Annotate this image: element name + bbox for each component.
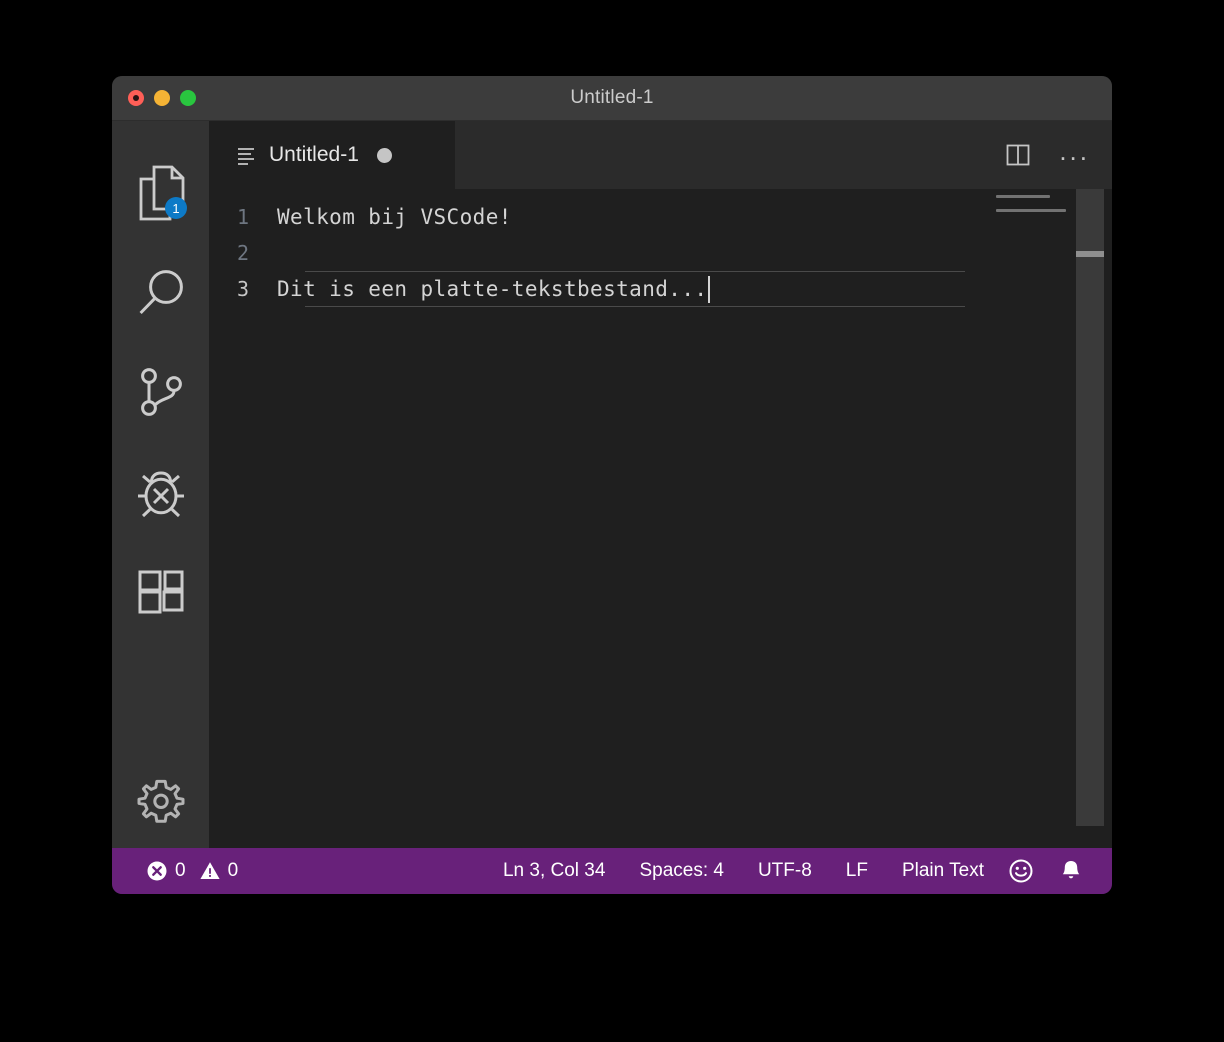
tab-bar-empty-space xyxy=(455,121,1004,189)
activitybar-item-settings[interactable] xyxy=(112,758,209,848)
screen: Untitled-1 1 Untitled-1 ... 1 Welkom bij… xyxy=(0,0,1224,1042)
vscode-window: Untitled-1 1 Untitled-1 ... 1 Welkom bij… xyxy=(112,76,1112,894)
line-text: Welkom bij VSCode! xyxy=(277,205,512,229)
editor-scrollbar[interactable] xyxy=(1076,189,1104,848)
status-bar-left: 0 0 xyxy=(112,848,248,894)
minimap-line xyxy=(996,195,1050,198)
window-title: Untitled-1 xyxy=(570,87,654,108)
activitybar-item-extensions[interactable] xyxy=(112,543,209,643)
line-number: 1 xyxy=(236,205,249,229)
window-controls xyxy=(128,90,196,106)
activitybar-item-run-and-debug[interactable] xyxy=(112,443,209,543)
minimap[interactable] xyxy=(990,189,1076,848)
warning-icon xyxy=(199,862,220,879)
status-notifications-button[interactable] xyxy=(1048,848,1094,894)
explorer-badge: 1 xyxy=(165,197,187,219)
editor-actions: ... xyxy=(1003,121,1112,189)
activitybar-item-explorer[interactable]: 1 xyxy=(112,143,209,243)
status-problems[interactable]: 0 0 xyxy=(136,848,248,894)
line-number: 2 xyxy=(236,241,249,265)
tab-label: Untitled-1 xyxy=(269,143,359,166)
scrollbar-tail xyxy=(1076,826,1104,848)
line-number: 3 xyxy=(236,277,249,301)
window-body: 1 Untitled-1 ... 1 Welkom bij VSCode! 2 … xyxy=(112,121,1112,848)
activity-bar: 1 xyxy=(112,121,209,848)
text-cursor xyxy=(708,275,711,303)
status-bar: 0 0 Ln 3, Col 34 Spaces: 4 UTF-8 LF Plai… xyxy=(112,848,1112,894)
split-editor-button[interactable] xyxy=(1003,140,1033,170)
code-line[interactable]: 1 Welkom bij VSCode! xyxy=(209,199,1112,235)
status-indentation[interactable]: Spaces: 4 xyxy=(625,848,738,894)
error-icon xyxy=(147,861,167,881)
source-control-icon xyxy=(140,368,182,416)
scrollbar-thumb[interactable] xyxy=(1076,251,1104,257)
status-language-mode[interactable]: Plain Text xyxy=(888,848,998,894)
tab-bar: Untitled-1 ... xyxy=(209,121,1112,189)
tab-untitled-1[interactable]: Untitled-1 xyxy=(209,121,455,189)
status-line-ending[interactable]: LF xyxy=(832,848,882,894)
activitybar-item-source-control[interactable] xyxy=(112,343,209,443)
minimap-line xyxy=(996,209,1066,212)
maximize-button[interactable] xyxy=(180,90,196,106)
search-icon xyxy=(139,270,183,315)
activitybar-item-search[interactable] xyxy=(112,243,209,343)
warning-count: 0 xyxy=(227,860,239,881)
editor-content[interactable]: 1 Welkom bij VSCode! 2 3 Dit is een plat… xyxy=(209,189,1112,848)
gear-icon xyxy=(137,779,184,823)
code-line[interactable]: 2 xyxy=(209,235,1112,271)
plaintext-file-icon xyxy=(238,148,254,165)
title-bar: Untitled-1 xyxy=(112,76,1112,121)
status-cursor-position[interactable]: Ln 3, Col 34 xyxy=(489,848,619,894)
more-actions-button[interactable]: ... xyxy=(1059,138,1090,172)
editor-group: Untitled-1 ... 1 Welkom bij VSCode! 2 3 … xyxy=(209,121,1112,848)
bell-icon xyxy=(1062,861,1080,879)
close-button[interactable] xyxy=(128,90,144,106)
status-encoding[interactable]: UTF-8 xyxy=(744,848,826,894)
debug-icon xyxy=(137,471,184,518)
code-line-current[interactable]: 3 Dit is een platte-tekstbestand... xyxy=(209,271,1112,307)
error-count: 0 xyxy=(175,860,186,881)
code-lines: 1 Welkom bij VSCode! 2 3 Dit is een plat… xyxy=(209,189,1112,307)
extensions-icon xyxy=(138,570,183,614)
ellipsis-icon: ... xyxy=(1059,136,1090,166)
status-bar-right xyxy=(998,848,1112,894)
minimize-button[interactable] xyxy=(154,90,170,106)
smiley-icon xyxy=(1009,859,1033,883)
line-text: Dit is een platte-tekstbestand... xyxy=(277,277,708,301)
split-editor-icon xyxy=(1006,144,1030,166)
status-feedback-button[interactable] xyxy=(998,848,1044,894)
status-bar-center: Ln 3, Col 34 Spaces: 4 UTF-8 LF Plain Te… xyxy=(489,848,998,894)
tab-dirty-indicator[interactable] xyxy=(376,147,392,163)
